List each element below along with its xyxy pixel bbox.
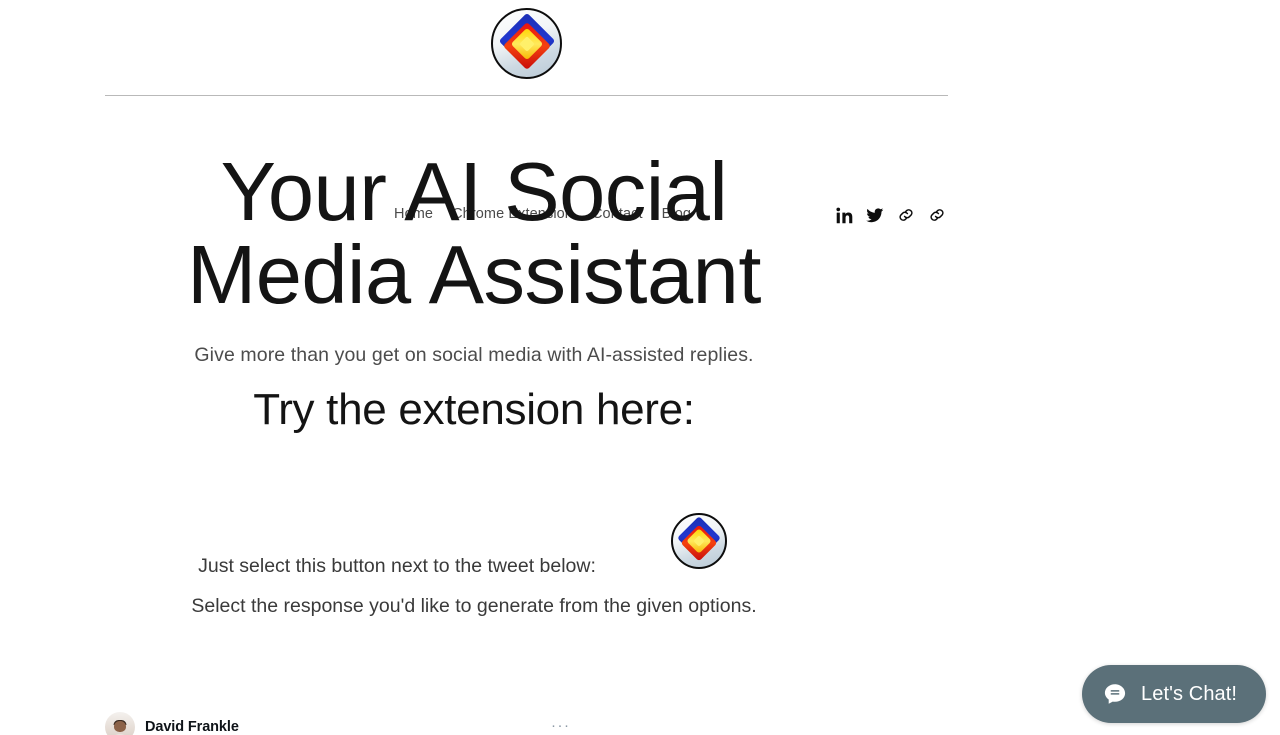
tweet-more-options-icon[interactable]: ···	[551, 718, 571, 733]
avatar-head	[114, 721, 126, 732]
main-navigation: Home Chrome Extension Contact Blog	[0, 96, 1280, 223]
hero-subtitle: Give more than you get on social media w…	[194, 344, 754, 366]
lets-chat-button[interactable]: Let's Chat!	[1082, 665, 1266, 723]
instruction-response: Select the response you'd like to genera…	[191, 595, 757, 617]
site-header	[0, 0, 1280, 96]
tweet-author-name: David Frankle	[145, 719, 239, 735]
try-heading: Try the extension here:	[253, 385, 695, 434]
chat-bubble-icon	[1102, 681, 1128, 707]
avatar	[105, 712, 135, 735]
tweet-preview: David Frankle	[105, 712, 575, 735]
hero-section: Your AI Social Media Assistant Give more…	[0, 150, 948, 435]
site-logo[interactable]	[491, 8, 562, 79]
lets-chat-label: Let's Chat!	[1141, 682, 1238, 705]
page-title: Your AI Social Media Assistant	[187, 145, 761, 321]
instruction-select-button: Just select this button next to the twee…	[198, 555, 596, 577]
logo-circle	[491, 8, 562, 79]
